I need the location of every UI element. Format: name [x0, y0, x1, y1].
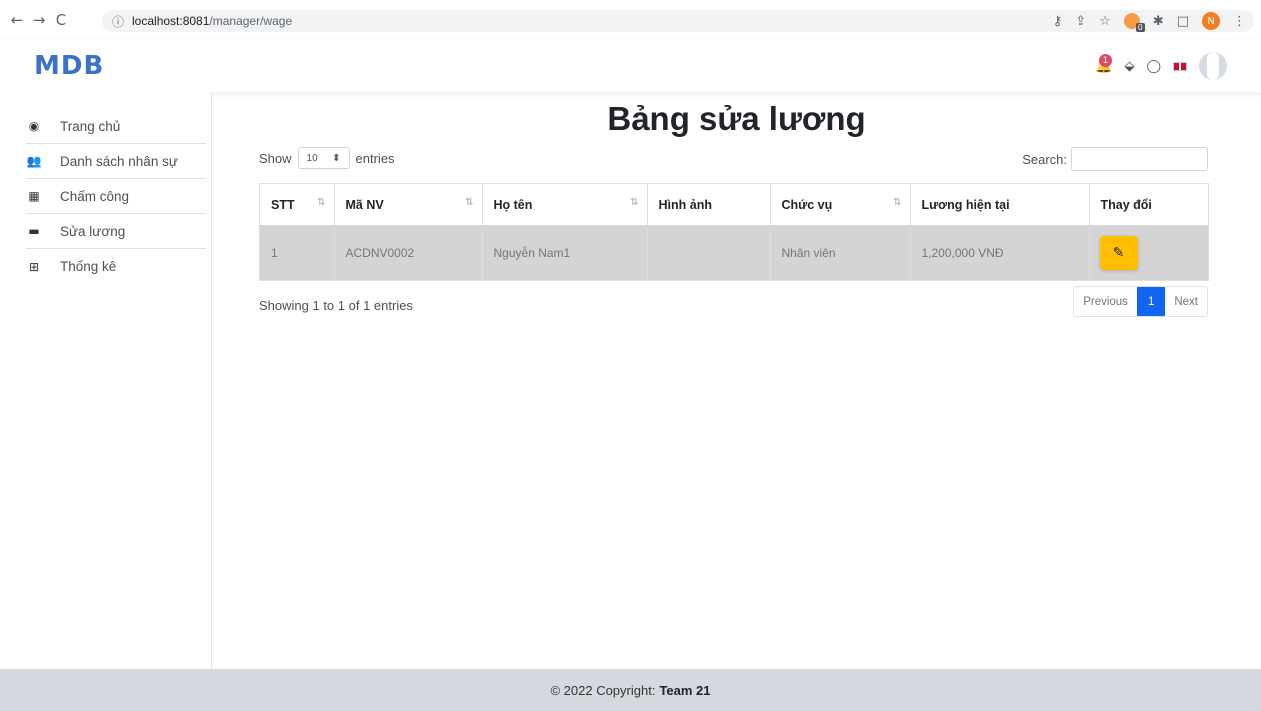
sidebar: ◉ Trang chủ 👥 Danh sách nhân sự ▦ Chấm c…: [0, 92, 212, 669]
url-text: localhost:8081/manager/wage: [132, 14, 292, 28]
team-name[interactable]: Team 21: [659, 683, 710, 698]
page-length-value: 10: [306, 152, 318, 164]
logo-text: MDB: [34, 51, 105, 81]
cell-chuc-vu: Nhân viên: [770, 225, 911, 280]
github-icon[interactable]: ◯: [1146, 59, 1161, 74]
footer: © 2022 Copyright: Team 21: [0, 669, 1261, 711]
sidebar-item-cham-cong[interactable]: ▦ Chấm công: [26, 179, 206, 214]
column-header-hinh-anh: Hình ảnh: [647, 184, 771, 225]
edit-icon: ✎: [1112, 244, 1125, 261]
sidebar-item-label: Danh sách nhân sự: [60, 153, 178, 169]
notification-badge: 1: [1099, 54, 1112, 67]
cell-ma-nv: ACDNV0002: [334, 225, 483, 280]
wage-table: STT ⇅ Mã NV ⇅ Họ tên ⇅ Hình ảnh Chức vụ ⇅ Lư…: [259, 183, 1209, 281]
uk-flag-icon[interactable]: [1173, 61, 1187, 71]
page-title: Bảng sửa lương: [607, 100, 866, 137]
sort-icon: ⇅: [893, 197, 902, 208]
column-label: STT: [271, 197, 295, 212]
browser-toolbar: ← → C ⓘ localhost:8081/manager/wage ⚷ ⇪ …: [0, 0, 1261, 40]
pagination: Previous 1 Next: [1073, 286, 1208, 317]
paint-bucket-icon[interactable]: ⬙: [1124, 59, 1134, 74]
search-label: Search:: [1022, 151, 1067, 167]
previous-page-button[interactable]: Previous: [1074, 287, 1137, 316]
cell-luong: 1,200,000 VNĐ: [910, 225, 1090, 280]
address-bar[interactable]: ⓘ localhost:8081/manager/wage ⚷ ⇪ ☆ ✱ □ …: [102, 10, 1254, 32]
more-menu-icon[interactable]: ⋮: [1233, 14, 1246, 29]
cell-stt: 1: [260, 225, 335, 280]
url-host: localhost:8081: [132, 14, 210, 28]
forward-arrow-icon[interactable]: →: [28, 11, 50, 29]
table-header-row: STT ⇅ Mã NV ⇅ Họ tên ⇅ Hình ảnh Chức vụ ⇅ Lư…: [260, 184, 1208, 225]
sidebar-item-label: Thống kê: [60, 259, 117, 274]
browser-actions: ⚷ ⇪ ☆ ✱ □ N ⋮: [1053, 10, 1246, 32]
column-label: Thay đổi: [1100, 197, 1152, 212]
page-length-control: Show 10 ⬍ entries: [259, 147, 395, 169]
table-row: 1 ACDNV0002 Nguyễn Nam1 Nhân viên 1,200,…: [260, 225, 1208, 280]
reload-icon[interactable]: C: [50, 11, 72, 29]
column-header-stt[interactable]: STT ⇅: [260, 184, 335, 225]
profile-avatar[interactable]: N: [1202, 12, 1220, 30]
dashboard-icon: ◉: [28, 119, 40, 133]
column-header-thay-doi: Thay đổi: [1089, 184, 1208, 225]
extension-icon[interactable]: [1123, 13, 1145, 32]
cell-hinh-anh: [647, 225, 771, 280]
cell-ho-ten: Nguyễn Nam1: [482, 225, 648, 280]
sort-icon: ⇅: [630, 197, 639, 208]
money-bill-icon: ▬: [28, 224, 40, 238]
bell-icon[interactable]: 🔔1: [1095, 54, 1112, 74]
next-page-button[interactable]: Next: [1165, 287, 1207, 316]
table-icon: ⊞: [28, 259, 40, 274]
search-input[interactable]: [1071, 147, 1208, 171]
column-header-chuc-vu[interactable]: Chức vụ ⇅: [770, 184, 911, 225]
show-label: Show: [259, 150, 292, 166]
puzzle-icon[interactable]: ✱: [1153, 14, 1164, 29]
table-search: Search:: [1022, 147, 1208, 171]
table-info: Showing 1 to 1 of 1 entries: [259, 298, 413, 313]
page-length-select[interactable]: 10 ⬍: [297, 147, 350, 169]
calendar-icon: ▦: [28, 189, 40, 203]
key-icon[interactable]: ⚷: [1053, 14, 1063, 29]
column-header-ho-ten[interactable]: Họ tên ⇅: [482, 184, 648, 225]
column-header-ma-nv[interactable]: Mã NV ⇅: [334, 184, 483, 225]
sidebar-item-sua-luong[interactable]: ▬ Sửa lương: [26, 214, 206, 249]
sidebar-item-label: Chấm công: [60, 188, 130, 204]
column-label: Chức vụ: [781, 197, 833, 212]
column-label: Hình ảnh: [658, 197, 712, 212]
app-navbar: MDB 🔔1 ⬙ ◯: [0, 40, 1261, 92]
logo[interactable]: MDB: [34, 51, 104, 81]
site-info-icon[interactable]: ⓘ: [112, 13, 124, 30]
page-button-current[interactable]: 1: [1136, 287, 1166, 316]
avatar[interactable]: [1199, 52, 1227, 80]
back-arrow-icon[interactable]: ←: [6, 11, 28, 29]
navbar-icons: 🔔1 ⬙ ◯: [1095, 52, 1227, 80]
sidebar-item-label: Sửa lương: [60, 223, 126, 239]
cell-thay-doi: ✎: [1089, 225, 1208, 280]
column-label: Lương hiện tại: [921, 197, 1010, 212]
column-label: Họ tên: [493, 197, 533, 212]
sidebar-item-thong-ke[interactable]: ⊞ Thống kê: [26, 249, 206, 284]
bookmark-star-icon[interactable]: ☆: [1099, 14, 1111, 29]
side-panel-icon[interactable]: □: [1177, 14, 1189, 29]
url-path: /manager/wage: [209, 14, 293, 28]
column-label: Mã NV: [345, 197, 384, 212]
sidebar-item-label: Trang chủ: [60, 118, 121, 134]
sort-icon: ⇅: [465, 197, 474, 208]
column-header-luong-hien-tai: Lương hiện tại: [910, 184, 1090, 225]
entries-label: entries: [355, 150, 395, 166]
select-arrows-icon: ⬍: [332, 152, 341, 164]
sidebar-item-trang-chu[interactable]: ◉ Trang chủ: [26, 109, 206, 144]
share-icon[interactable]: ⇪: [1075, 14, 1086, 29]
sidebar-item-danh-sach-nhan-su[interactable]: 👥 Danh sách nhân sự: [26, 144, 206, 179]
edit-wage-button[interactable]: ✎: [1099, 235, 1138, 270]
users-icon: 👥: [26, 154, 42, 168]
sort-icon: ⇅: [317, 197, 326, 208]
copyright-text: © 2022 Copyright:: [550, 682, 656, 698]
sidebar-menu: ◉ Trang chủ 👥 Danh sách nhân sự ▦ Chấm c…: [26, 109, 206, 284]
